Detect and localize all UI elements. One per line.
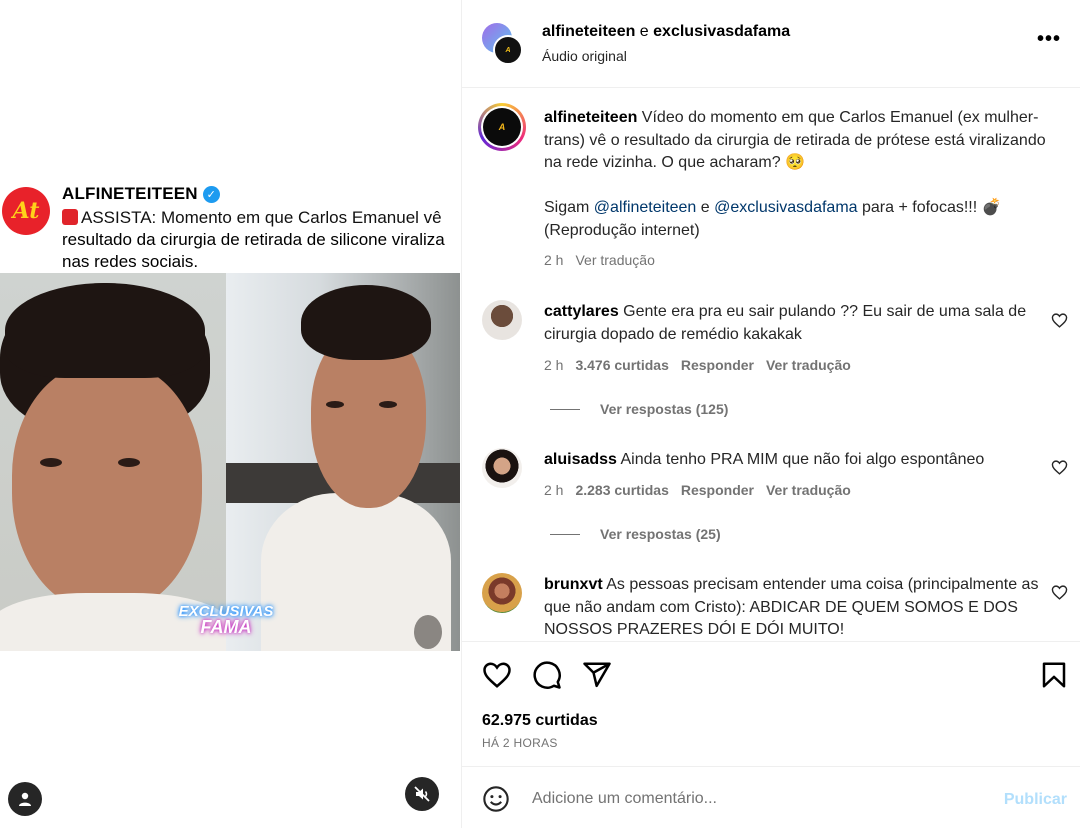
mention-link[interactable]: @alfineteiteen	[594, 199, 697, 216]
verified-badge-icon: ✓	[202, 185, 220, 203]
tweet-text-rest: resultado da cirurgia de retirada de sil…	[62, 230, 445, 271]
comment-likes[interactable]: 2.283 curtidas	[575, 482, 668, 498]
caption-username[interactable]: alfineteiteen	[544, 109, 637, 126]
author1-link[interactable]: alfineteiteen	[542, 23, 635, 40]
caption-avatar[interactable]: A	[478, 103, 526, 151]
comment-username[interactable]: brunxvt	[544, 576, 603, 593]
tweet-text-line1: ASSISTA: Momento em que Carlos Emanuel v…	[81, 208, 442, 227]
comment-composer: Publicar	[462, 766, 1080, 828]
muted-speaker-icon	[414, 786, 430, 802]
siren-icon	[62, 209, 78, 225]
comment-likes[interactable]: 3.476 curtidas	[575, 357, 668, 373]
video-left-half	[0, 273, 230, 651]
audio-link[interactable]: Áudio original	[542, 48, 627, 64]
like-comment-heart-icon[interactable]	[1051, 459, 1068, 476]
author2-avatar[interactable]: A	[493, 35, 523, 65]
share-icon[interactable]	[582, 660, 612, 690]
comment-icon[interactable]	[532, 660, 562, 690]
post-authors: alfineteiteen e exclusivasdafama	[542, 23, 791, 40]
user-icon	[19, 792, 31, 806]
publish-button[interactable]: Publicar	[1004, 791, 1067, 809]
mute-button[interactable]	[405, 777, 439, 811]
post-sidebar: A alfineteiteen e exclusivasdafama Áudio…	[461, 0, 1080, 828]
comment-avatar[interactable]	[482, 573, 522, 613]
post-likes[interactable]: 62.975 curtidas	[482, 712, 598, 730]
comment-username[interactable]: cattylares	[544, 303, 619, 320]
comment-text: As pessoas precisam entender uma coisa (…	[544, 576, 1039, 638]
comment-avatar[interactable]	[482, 448, 522, 488]
translate-link[interactable]: Ver tradução	[766, 482, 851, 498]
view-replies-button[interactable]: Ver respostas (25)	[550, 526, 721, 542]
comment-meta: 2 h 3.476 curtidas Responder Ver tradução	[544, 357, 851, 373]
post-time: HÁ 2 HORAS	[482, 736, 558, 750]
post-viewer: At ALFINETEITEEN ✓ ASSISTA: Momento em q…	[0, 0, 1080, 828]
caption-meta: 2 h Ver tradução	[544, 252, 655, 268]
caption-text: alfineteiteen Vídeo do momento em que Ca…	[544, 109, 1046, 239]
post-header: A alfineteiteen e exclusivasdafama Áudio…	[462, 0, 1080, 88]
heart-icon[interactable]	[482, 660, 512, 690]
post-actions: 62.975 curtidas HÁ 2 HORAS	[462, 641, 1080, 766]
comment-meta: 2 h 2.283 curtidas Responder Ver tradução	[544, 482, 851, 498]
mention-link[interactable]: @exclusivasdafama	[714, 199, 857, 216]
video-right-half	[226, 273, 460, 651]
like-comment-heart-icon[interactable]	[1051, 584, 1068, 601]
bookmark-icon[interactable]	[1039, 660, 1069, 690]
translate-link[interactable]: Ver tradução	[766, 357, 851, 373]
reply-button[interactable]: Responder	[681, 482, 754, 498]
more-options-icon[interactable]: •••	[1037, 29, 1061, 49]
tweet-author-name: ALFINETEITEEN	[62, 184, 198, 203]
view-replies-button[interactable]: Ver respostas (125)	[550, 401, 728, 417]
translate-link[interactable]: Ver tradução	[575, 252, 654, 268]
comment-username[interactable]: aluisadss	[544, 451, 617, 468]
author2-link[interactable]: exclusivasdafama	[653, 23, 790, 40]
comments-feed[interactable]: A alfineteiteen Vídeo do momento em que …	[462, 88, 1080, 641]
emoji-icon[interactable]	[482, 785, 510, 813]
caption-time: 2 h	[544, 252, 564, 268]
tweet-avatar: At	[2, 187, 50, 235]
post-media[interactable]: At ALFINETEITEEN ✓ ASSISTA: Momento em q…	[0, 0, 461, 828]
user-tag-button[interactable]	[8, 782, 42, 816]
video-frame[interactable]: EXCLUSIVAS FAMA	[0, 273, 460, 651]
comment-input[interactable]	[532, 785, 982, 813]
like-comment-heart-icon[interactable]	[1051, 312, 1068, 329]
reply-button[interactable]: Responder	[681, 357, 754, 373]
tweet-author: ALFINETEITEEN ✓	[62, 184, 220, 204]
comment-avatar[interactable]	[482, 300, 522, 340]
watermark-logo: EXCLUSIVAS FAMA	[178, 603, 274, 637]
comment-text: Ainda tenho PRA MIM que não foi algo esp…	[616, 451, 985, 468]
